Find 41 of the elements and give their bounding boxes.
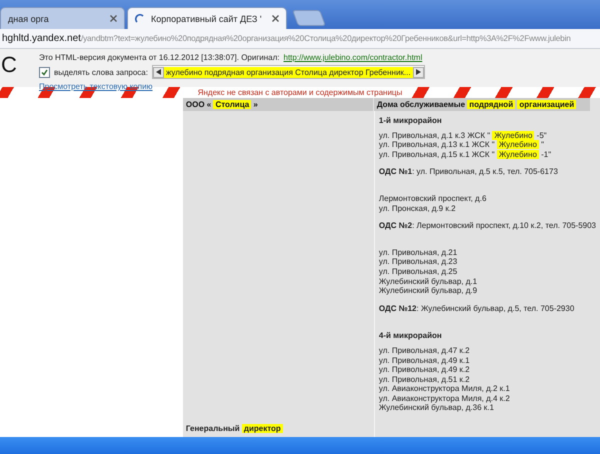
district-heading: 1-й микрорайон [378,116,443,126]
address-line: Жулебинский бульвар, д.1 [378,276,478,286]
checkbox[interactable] [39,66,50,78]
office-address: ОДС №2: Лермонтовский проспект, д.10 к.2, тел. 705-5903 [378,221,596,231]
address-line: ул. Привольная, д.49 к.2 [378,365,471,375]
job-title: Генеральный директор [186,424,283,434]
query-navigator[interactable]: жулебино подрядная организация Столица директор Гребенник... [152,65,425,79]
address-line: ул. Привольная, д.21 [378,248,458,258]
text-copy-link[interactable]: Просмотреть текстовую копию [39,82,153,91]
next-arrow-icon[interactable] [412,66,424,78]
close-icon[interactable] [272,15,279,22]
browser-tab[interactable]: дная орга [0,7,125,29]
address-field[interactable]: hghltd.yandex.net/yandbtm?text=жулебино%20подрядная%20организация%20Столица%20директор%20Гребенников&url=http%3A%2F%2Fwww.julebin [0,30,600,47]
query-text: жулебино подрядная организация Столица директор Гребенник... [164,66,413,78]
office-address: ОДС №1: ул. Привольная, д.5 к.5, тел. 705-6173 [378,167,559,177]
address-line: ул. Привольная, д.25 [378,266,458,277]
close-icon[interactable] [110,15,117,22]
cache-notice: Это HTML-версия документа от 16.12.2012 [13:38:07]. Оригинал: [39,53,280,62]
address-line: Лермонтовский проспект, д.6 [378,194,488,204]
original-link[interactable]: http://www.julebino.com/contractor.html [284,53,422,62]
address-line: Жулебинский бульвар, д.9 [378,286,478,296]
address-line: Жулебинский бульвар, д.36 к.1 [378,403,495,414]
column-header: Дома обслуживаемые подрядной организацией [374,98,590,111]
address-line: ул. Привольная, д.47 к.2 [378,346,471,356]
address-line: ул. Пронская, д.9 к.2 [378,204,457,214]
column-header: ООО « Столица » [182,98,373,111]
address-line: ул. Привольная, д.49 к.1 [378,356,471,366]
logo-letter: С [1,52,17,77]
address-line: ул. Привольная, д.51 к.2 [378,374,471,384]
previous-arrow-icon[interactable] [152,66,164,78]
address-line: ул. Привольная, д.13 к.1 ЖСК " Жулебино " [378,140,545,150]
office-address: ОДС №12: Жулебинский бульвар, д.5, тел. 705-2930 [378,304,576,314]
address-line: ул. Привольная, д.23 [378,257,458,267]
address-line: ул. Привольная, д.1 к.3 ЖСК " Жулебино -5" [378,130,548,140]
address-line: ул. Авиаконструктора Миля, д.2 к.1 [378,384,511,394]
address-line: ул. Привольная, д.15 к.1 ЖСК " Жулебино -1" [378,150,552,160]
loading-icon [135,14,145,24]
checkbox-label: выделять слова запроса: [54,68,148,76]
address-line: ул. Авиаконструктора Миля, д.4 к.2 [378,394,511,404]
district-heading: 4-й микрорайон [378,331,443,341]
browser-tab[interactable]: Корпоративный сайт ДЕЗ ' [127,7,287,29]
